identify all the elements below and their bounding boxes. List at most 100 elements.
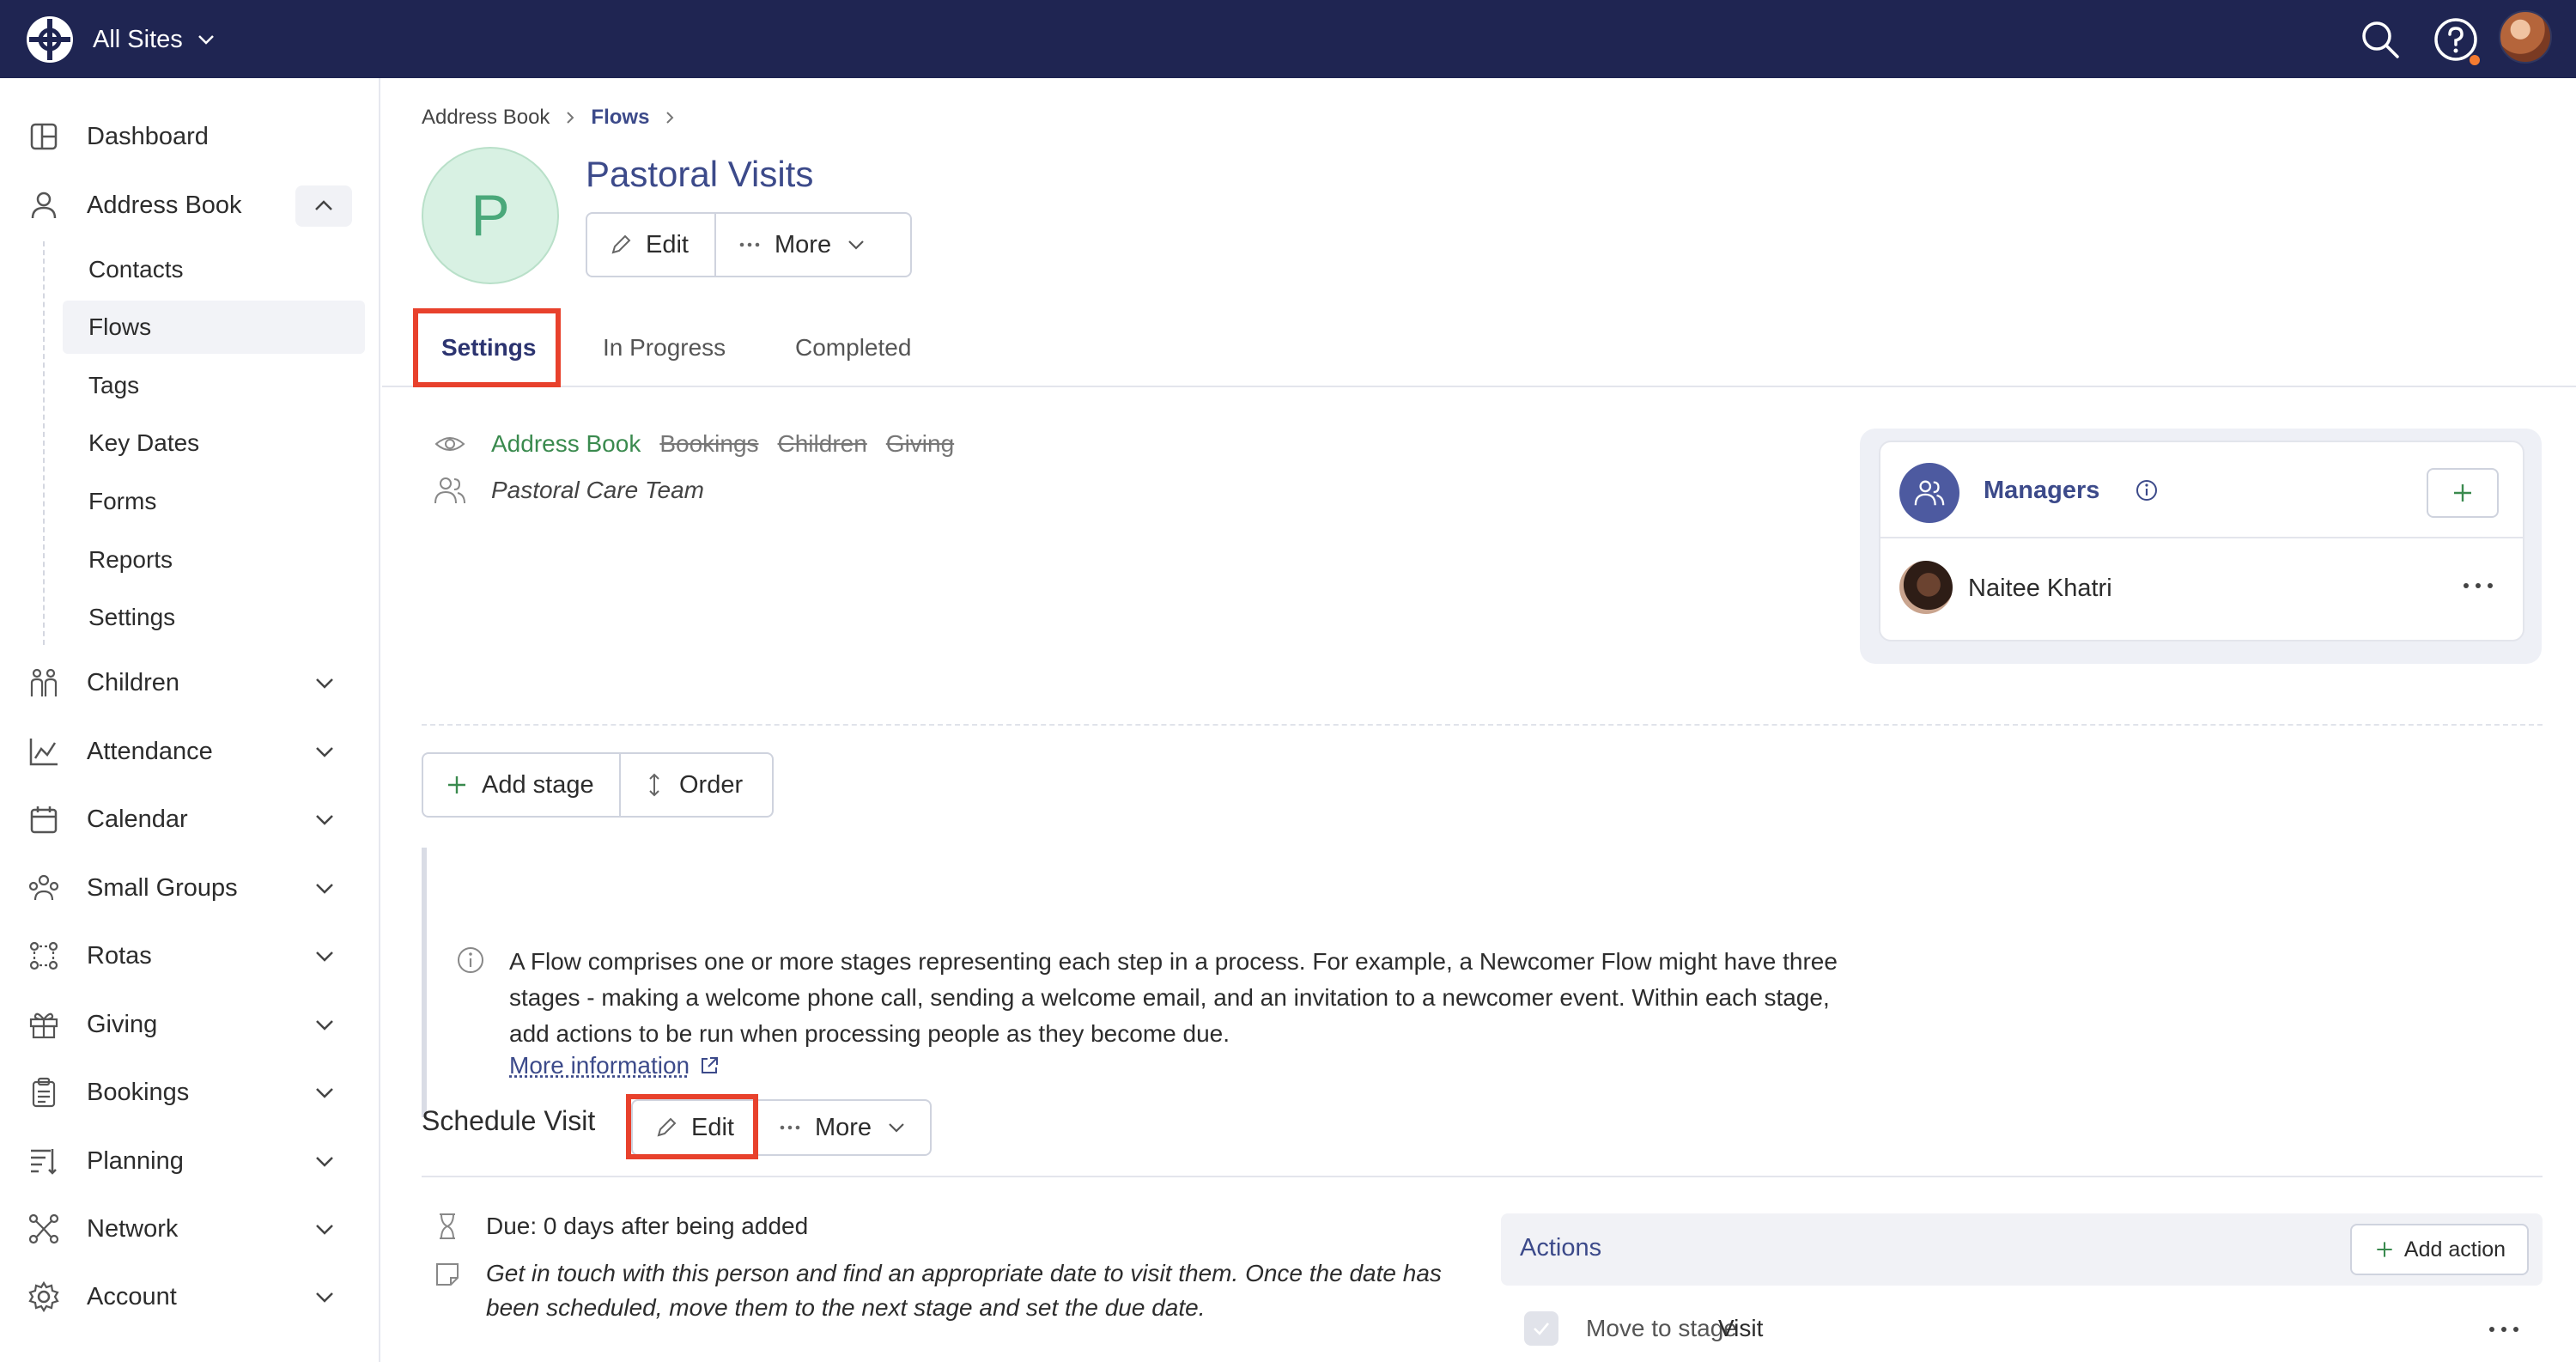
edit-flow-button[interactable]: Edit xyxy=(587,214,714,276)
sidebar-item-account[interactable]: Account xyxy=(0,1271,380,1322)
main-content: Address Book Flows P Pastoral Visits Edi… xyxy=(382,78,2576,1362)
chevron-down-icon xyxy=(316,1020,333,1031)
sidebar-item-planning[interactable]: Planning xyxy=(0,1135,380,1187)
info-icon[interactable] xyxy=(2135,478,2159,502)
add-action-button[interactable]: Add action xyxy=(2350,1224,2529,1275)
managers-title: Managers xyxy=(1984,477,2100,504)
sort-vertical-icon xyxy=(649,773,659,797)
sidebar-subitem-settings[interactable]: Settings xyxy=(63,591,365,644)
stage-description-row: Get in touch with this person and find a… xyxy=(433,1256,1456,1325)
managers-card: Managers Naitee Khatri xyxy=(1860,429,2542,664)
flow-action-buttons: Edit More xyxy=(586,212,912,277)
action-value: Visit xyxy=(1718,1315,1764,1341)
sidebar-subitem-flows[interactable]: Flows xyxy=(63,301,365,354)
stage-divider xyxy=(422,1176,2543,1177)
collapse-address-book-button[interactable] xyxy=(295,185,352,227)
managers-header: Managers xyxy=(1880,442,2523,538)
order-stages-button[interactable]: Order xyxy=(619,754,772,816)
flow-avatar: P xyxy=(422,147,559,284)
sidebar-item-attendance[interactable]: Attendance xyxy=(0,726,380,777)
more-information-label: More information xyxy=(509,1052,690,1079)
more-flow-label: More xyxy=(775,230,832,258)
tab-in-progress[interactable]: In Progress xyxy=(603,308,726,387)
ellipsis-icon xyxy=(739,242,760,247)
breadcrumb-address-book[interactable]: Address Book xyxy=(422,106,550,130)
sidebar-item-children[interactable]: Children xyxy=(0,657,380,708)
edit-stage-highlight xyxy=(626,1094,758,1159)
stage-toolbar: Add stage Order xyxy=(422,752,774,818)
submenu-guide-line xyxy=(43,241,45,645)
sidebar-item-bookings[interactable]: Bookings xyxy=(0,1067,380,1118)
people-icon xyxy=(1914,480,1945,506)
page-title: Pastoral Visits xyxy=(586,154,814,194)
sidebar-subitem-tags[interactable]: Tags xyxy=(63,359,365,412)
notification-dot xyxy=(2468,53,2482,67)
scope-address-book: Address Book xyxy=(491,430,641,457)
children-icon xyxy=(30,668,58,696)
add-stage-button[interactable]: Add stage xyxy=(423,754,619,816)
sidebar-item-rotas[interactable]: Rotas xyxy=(0,930,380,982)
gear-icon xyxy=(28,1280,59,1313)
flow-tabs: Settings In Progress Completed xyxy=(382,308,2576,387)
action-checkbox[interactable] xyxy=(1524,1311,1558,1346)
manager-name: Naitee Khatri xyxy=(1968,575,2112,602)
sidebar-item-dashboard[interactable]: Dashboard xyxy=(0,111,380,162)
sidebar-subitem-forms[interactable]: Forms xyxy=(63,475,365,528)
rotas-icon xyxy=(29,941,58,970)
add-manager-button[interactable] xyxy=(2427,468,2499,518)
dashboard-icon xyxy=(30,123,58,150)
chevron-down-icon xyxy=(316,747,333,757)
note-icon xyxy=(436,1263,459,1286)
sidebar-item-label: Address Book xyxy=(87,191,242,219)
sidebar-item-small-groups[interactable]: Small Groups xyxy=(0,862,380,914)
managers-icon xyxy=(1899,463,1959,523)
site-switcher-label: All Sites xyxy=(93,25,183,53)
manager-options-icon[interactable] xyxy=(2459,573,2497,599)
chevron-right-icon xyxy=(567,112,574,124)
action-options-icon[interactable] xyxy=(2485,1316,2523,1342)
check-icon xyxy=(1534,1322,1549,1335)
chevron-right-icon xyxy=(666,112,674,124)
sidebar-subitem-key-dates[interactable]: Key Dates xyxy=(63,417,365,470)
sidebar-subitem-contacts[interactable]: Contacts xyxy=(63,243,365,296)
stage-due-row: Due: 0 days after being added xyxy=(433,1212,808,1241)
sidebar-item-giving[interactable]: Giving xyxy=(0,999,380,1050)
sidebar-item-label: Giving xyxy=(87,1010,158,1038)
sidebar-subitem-reports[interactable]: Reports xyxy=(63,533,365,587)
tab-completed[interactable]: Completed xyxy=(795,308,911,387)
add-action-label: Add action xyxy=(2403,1237,2506,1262)
scope-children: Children xyxy=(777,430,867,457)
chevron-up-icon xyxy=(315,200,332,210)
scope-bookings: Bookings xyxy=(659,430,759,457)
chevron-down-icon xyxy=(316,1292,333,1303)
gift-icon xyxy=(29,1012,58,1039)
more-information-link[interactable]: More information xyxy=(509,1052,720,1079)
search-icon[interactable] xyxy=(2356,15,2404,64)
chevron-down-icon xyxy=(889,1123,904,1133)
breadcrumb: Address Book Flows xyxy=(422,106,678,130)
pencil-icon xyxy=(611,234,631,254)
sidebar-item-calendar[interactable]: Calendar xyxy=(0,793,380,845)
sidebar-item-label: Children xyxy=(87,668,179,696)
clipboard-icon xyxy=(32,1077,56,1108)
globe-logo-icon[interactable] xyxy=(24,14,76,65)
more-flow-button[interactable]: More xyxy=(714,214,910,276)
sidebar: Dashboard Address Book Contacts Flows Ta… xyxy=(0,78,380,1362)
stage-title: Schedule Visit xyxy=(422,1105,596,1136)
site-switcher[interactable]: All Sites xyxy=(93,21,217,58)
sidebar-item-network[interactable]: Network xyxy=(0,1203,380,1255)
person-icon xyxy=(31,192,57,219)
chevron-down-icon xyxy=(197,35,214,45)
breadcrumb-flows[interactable]: Flows xyxy=(591,106,649,130)
chart-icon xyxy=(29,739,58,766)
hourglass-icon xyxy=(440,1213,455,1239)
user-avatar[interactable] xyxy=(2499,10,2552,64)
chevron-down-icon xyxy=(316,1088,333,1098)
sidebar-item-label: Planning xyxy=(87,1146,184,1175)
actions-title: Actions xyxy=(1520,1234,1602,1262)
stage-description: Get in touch with this person and find a… xyxy=(486,1260,1442,1321)
more-stage-button[interactable]: More xyxy=(755,1101,930,1154)
sidebar-item-label: Network xyxy=(87,1214,179,1243)
chevron-down-icon xyxy=(316,952,333,962)
sidebar-item-label: Dashboard xyxy=(87,122,209,150)
